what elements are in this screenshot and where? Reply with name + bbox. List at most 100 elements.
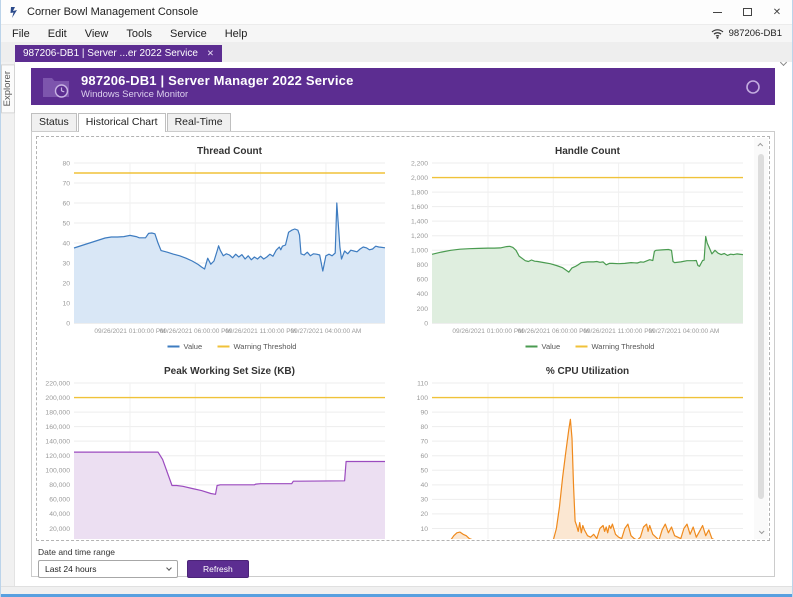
chart-handle-count: 02004006008001,0001,2001,4001,6001,8002,…: [398, 143, 752, 355]
svg-text:100,000: 100,000: [45, 468, 70, 475]
svg-text:40: 40: [420, 482, 428, 489]
svg-text:Handle Count: Handle Count: [555, 146, 621, 157]
svg-text:2,200: 2,200: [411, 160, 428, 167]
svg-text:20: 20: [420, 511, 428, 518]
svg-text:220,000: 220,000: [45, 380, 70, 387]
svg-text:600: 600: [417, 277, 429, 284]
svg-text:200: 200: [417, 306, 429, 313]
scrollbar-down-icon[interactable]: [754, 525, 768, 539]
svg-text:120,000: 120,000: [45, 453, 70, 460]
app-window: Corner Bowl Management Console ✕ File Ed…: [0, 0, 793, 597]
svg-text:50: 50: [62, 220, 70, 227]
explorer-panel-tab[interactable]: Explorer: [1, 64, 15, 113]
charts-panel: 0102030405060708009/26/2021 01:00:00 PM0…: [36, 136, 770, 541]
svg-text:10: 10: [62, 300, 70, 307]
svg-text:Warning Threshold: Warning Threshold: [234, 342, 297, 351]
page-title: 987206-DB1 | Server Manager 2022 Service: [81, 73, 354, 88]
svg-text:140,000: 140,000: [45, 438, 70, 445]
date-range-value: Last 24 hours: [45, 564, 97, 574]
menu-file[interactable]: File: [3, 27, 39, 41]
svg-text:30: 30: [420, 497, 428, 504]
document-tab[interactable]: 987206-DB1 | Server ...er 2022 Service ✕: [15, 45, 222, 62]
svg-text:1,600: 1,600: [411, 204, 428, 211]
svg-text:90: 90: [420, 409, 428, 416]
menu-help[interactable]: Help: [216, 27, 257, 41]
svg-text:10: 10: [420, 526, 428, 533]
date-range-select[interactable]: Last 24 hours: [38, 560, 178, 578]
date-range-label: Date and time range: [38, 547, 770, 557]
svg-text:60,000: 60,000: [49, 497, 70, 504]
svg-text:% CPU Utilization: % CPU Utilization: [546, 366, 629, 377]
svg-text:200,000: 200,000: [45, 395, 70, 402]
svg-text:20: 20: [62, 280, 70, 287]
svg-text:800: 800: [417, 262, 429, 269]
svg-text:2,000: 2,000: [411, 175, 428, 182]
svg-text:09/26/2021 11:00:00 PM: 09/26/2021 11:00:00 PM: [225, 328, 296, 335]
main-content: 987206-DB1 | Server Manager 2022 Service…: [15, 62, 792, 586]
tab-list-chevron-icon[interactable]: [781, 52, 787, 58]
svg-text:1,000: 1,000: [411, 248, 428, 255]
charts-viewport: 0102030405060708009/26/2021 01:00:00 PM0…: [38, 138, 754, 539]
svg-text:40: 40: [62, 240, 70, 247]
refresh-button[interactable]: Refresh: [187, 560, 249, 578]
scrollbar-up-icon[interactable]: [754, 138, 768, 152]
app-icon: [8, 6, 21, 19]
svg-text:100: 100: [417, 395, 429, 402]
document-tab-label: 987206-DB1 | Server ...er 2022 Service: [23, 48, 198, 59]
svg-text:Thread Count: Thread Count: [197, 146, 263, 157]
service-monitor-icon: [41, 74, 71, 99]
menu-tools[interactable]: Tools: [117, 27, 161, 41]
document-tab-close-icon[interactable]: ✕: [207, 48, 214, 59]
status-strip: [1, 586, 792, 594]
svg-text:60: 60: [62, 200, 70, 207]
svg-text:40,000: 40,000: [49, 511, 70, 518]
svg-text:09/27/2021 04:00:00 AM: 09/27/2021 04:00:00 AM: [290, 328, 361, 335]
vertical-scrollbar[interactable]: [754, 138, 768, 539]
svg-text:160,000: 160,000: [45, 424, 70, 431]
tab-status[interactable]: Status: [31, 113, 77, 131]
menu-bar: File Edit View Tools Service Help 987206…: [1, 24, 792, 42]
svg-text:0: 0: [66, 320, 70, 327]
document-tab-strip: 987206-DB1 | Server ...er 2022 Service ✕: [1, 42, 792, 62]
window-title: Corner Bowl Management Console: [27, 6, 198, 18]
svg-text:09/26/2021 06:00:00 PM: 09/26/2021 06:00:00 PM: [518, 328, 589, 335]
svg-text:Warning Threshold: Warning Threshold: [592, 342, 655, 351]
menu-view[interactable]: View: [76, 27, 118, 41]
service-banner: 987206-DB1 | Server Manager 2022 Service…: [31, 68, 775, 105]
minimize-button[interactable]: [702, 0, 732, 24]
svg-text:110: 110: [417, 380, 428, 387]
svg-text:09/26/2021 06:00:00 PM: 09/26/2021 06:00:00 PM: [160, 328, 231, 335]
svg-text:70: 70: [420, 438, 428, 445]
svg-text:1,200: 1,200: [411, 233, 428, 240]
svg-text:50: 50: [420, 468, 428, 475]
chevron-down-icon: [166, 565, 172, 571]
close-button[interactable]: ✕: [762, 0, 792, 24]
menu-service[interactable]: Service: [161, 27, 216, 41]
left-rail: Explorer: [1, 62, 15, 586]
scrollbar-thumb[interactable]: [758, 154, 764, 499]
chart-cpu-utilization: 010203040506070809010011009/26/2021 01:0…: [398, 363, 752, 539]
svg-text:80: 80: [62, 160, 70, 167]
svg-text:70: 70: [62, 180, 70, 187]
svg-text:09/26/2021 11:00:00 PM: 09/26/2021 11:00:00 PM: [583, 328, 654, 335]
svg-text:Value: Value: [542, 342, 561, 351]
chart-thread-count: 0102030405060708009/26/2021 01:00:00 PM0…: [40, 143, 394, 355]
svg-text:180,000: 180,000: [45, 409, 70, 416]
tab-real-time[interactable]: Real-Time: [167, 113, 231, 131]
svg-text:1,400: 1,400: [411, 218, 428, 225]
maximize-button[interactable]: [732, 0, 762, 24]
spinner-icon: [745, 79, 761, 95]
connected-server-label: 987206-DB1: [729, 28, 782, 39]
page-subtitle: Windows Service Monitor: [81, 89, 354, 100]
svg-text:1,800: 1,800: [411, 189, 428, 196]
chart-peak-working-set: 020,00040,00060,00080,000100,000120,0001…: [40, 363, 394, 539]
menu-edit[interactable]: Edit: [39, 27, 76, 41]
chart-controls: Date and time range Last 24 hours Refres…: [36, 547, 770, 578]
title-bar: Corner Bowl Management Console ✕: [1, 0, 792, 24]
historical-chart-page: 0102030405060708009/26/2021 01:00:00 PM0…: [31, 131, 775, 577]
svg-text:60: 60: [420, 453, 428, 460]
wifi-icon: [711, 28, 724, 39]
tab-historical-chart[interactable]: Historical Chart: [78, 113, 166, 132]
svg-text:80: 80: [420, 424, 428, 431]
svg-text:80,000: 80,000: [49, 482, 70, 489]
